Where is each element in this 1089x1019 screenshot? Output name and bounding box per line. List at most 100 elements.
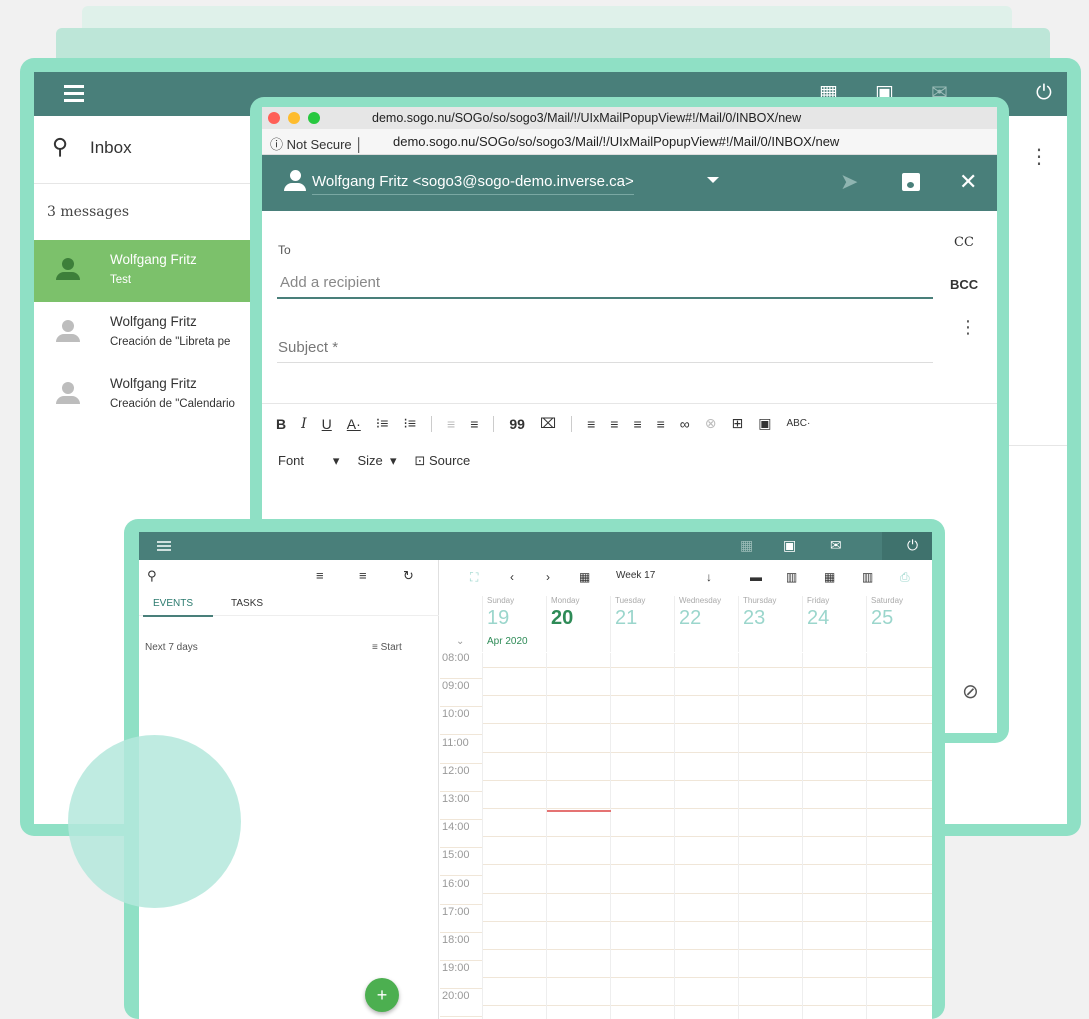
link-icon[interactable]: ∞ <box>680 416 690 432</box>
day-column[interactable] <box>866 653 867 1019</box>
chevron-down-icon[interactable]: ⌄ <box>456 636 464 647</box>
font-select[interactable]: Font ▾ <box>278 453 339 469</box>
outdent-icon[interactable]: ≡ <box>447 416 455 432</box>
close-window-icon[interactable] <box>268 112 280 124</box>
today-icon[interactable]: ▦ <box>579 570 590 584</box>
power-icon[interactable]: ⏻ <box>907 537 918 554</box>
spellcheck-icon[interactable]: ABC· <box>786 418 810 429</box>
day-column[interactable] <box>610 653 611 1019</box>
message-count: 3 messages <box>47 204 130 220</box>
tab-tasks[interactable]: TASKS <box>231 598 263 609</box>
menu-icon[interactable] <box>64 85 84 106</box>
contacts-icon[interactable]: ▣ <box>783 537 796 554</box>
hour-line <box>482 836 932 838</box>
message-sender: Wolfgang Fritz <box>110 314 197 329</box>
menu-icon[interactable] <box>157 541 171 553</box>
power-icon[interactable]: ⏻ <box>1036 83 1052 103</box>
day-column[interactable] <box>738 653 739 1019</box>
size-select[interactable]: Size ▾ <box>357 453 396 469</box>
date-filter[interactable]: Next 7 days <box>145 642 198 653</box>
underline-icon[interactable]: U <box>322 416 332 432</box>
font-label: Font <box>278 453 305 468</box>
divider <box>571 415 573 432</box>
arrow-down-icon[interactable]: ↓ <box>706 570 712 584</box>
recipient-input[interactable] <box>277 267 933 299</box>
div-icon[interactable]: ⌧ <box>540 415 556 432</box>
refresh-icon[interactable]: ↻ <box>403 568 414 584</box>
calendar-icon[interactable]: ▦ <box>740 537 753 554</box>
hour-label: 11:00 <box>440 736 482 764</box>
table-icon[interactable]: ⊞ <box>732 415 744 432</box>
from-select[interactable]: Wolfgang Fritz <sogo3@sogo-demo.inverse.… <box>312 173 634 195</box>
day-view-icon[interactable]: ▬ <box>750 570 762 584</box>
italic-icon[interactable]: I <box>301 416 307 432</box>
save-icon[interactable] <box>902 173 920 191</box>
blockquote-icon[interactable]: 99 <box>509 416 525 432</box>
add-event-button[interactable]: + <box>365 978 399 1012</box>
day-header[interactable]: Saturday 25 <box>866 596 930 652</box>
unlink-icon[interactable]: ⊗ <box>705 415 717 432</box>
day-header[interactable]: Tuesday 21 <box>610 596 674 652</box>
text-color-icon[interactable]: A· <box>347 416 361 432</box>
security-info[interactable]: ⓘ Not Secure │ <box>270 134 363 153</box>
chevron-right-icon[interactable]: › <box>546 570 550 584</box>
sort-icon[interactable]: ≡ <box>359 568 367 583</box>
minimize-window-icon[interactable] <box>288 112 300 124</box>
filter-icon[interactable]: ≡ <box>316 568 324 583</box>
maximize-window-icon[interactable] <box>308 112 320 124</box>
message-row[interactable]: Wolfgang Fritz Creación de "Calendario <box>34 364 270 426</box>
time-grid[interactable]: 08:00 09:00 10:00 11:00 12:00 13:00 14:00 15:00… <box>440 652 932 1019</box>
hour-line <box>482 779 932 781</box>
multi-column-icon[interactable]: ▦ <box>824 570 835 584</box>
chevron-down-icon[interactable] <box>707 177 719 183</box>
day-column[interactable] <box>482 653 483 1019</box>
tab-events[interactable]: EVENTS <box>142 598 214 617</box>
day-header[interactable]: Thursday 23 <box>738 596 802 652</box>
close-icon[interactable]: ✕ <box>959 169 977 195</box>
attachment-icon[interactable]: ⊘ <box>962 679 979 704</box>
day-header[interactable]: Sunday 19 Apr 2020 <box>482 596 546 652</box>
message-row[interactable]: Wolfgang Fritz Creación de "Libreta pe <box>34 302 270 364</box>
hour-line <box>482 892 932 894</box>
sort-start[interactable]: ≡ Start <box>372 642 402 653</box>
mail-search[interactable]: ⚲ Inbox <box>34 116 254 184</box>
subject-input[interactable] <box>277 333 933 363</box>
month-view-icon[interactable]: ▥ <box>862 570 873 584</box>
day-column[interactable] <box>674 653 675 1019</box>
day-number: 25 <box>871 607 894 629</box>
day-header[interactable]: Monday 20 <box>546 596 610 652</box>
more-vert-icon[interactable]: ⋮ <box>1029 144 1049 169</box>
justify-icon[interactable]: ≡ <box>657 416 665 432</box>
mail-icon[interactable]: ✉ <box>830 537 842 554</box>
current-time-indicator <box>547 810 611 812</box>
day-header[interactable]: Friday 24 <box>802 596 866 652</box>
hour-label: 20:00 <box>440 989 482 1018</box>
send-icon[interactable]: ➤ <box>840 169 858 195</box>
hour-label: 12:00 <box>440 764 482 792</box>
print-icon[interactable]: ⎙ <box>900 570 910 585</box>
compose-toolbar: Wolfgang Fritz <sogo3@sogo-demo.inverse.… <box>262 155 997 211</box>
search-icon[interactable]: ⚲ <box>52 134 68 160</box>
bold-icon[interactable]: B <box>276 416 286 432</box>
search-icon[interactable]: ⚲ <box>147 568 157 584</box>
day-column[interactable] <box>802 653 803 1019</box>
bcc-button[interactable]: BCC <box>950 277 978 292</box>
cc-button[interactable]: CC <box>954 235 974 250</box>
align-left-icon[interactable]: ≡ <box>587 416 595 432</box>
divider <box>431 415 433 432</box>
day-column[interactable] <box>546 653 547 1019</box>
bulleted-list-icon[interactable]: ⁝≡ <box>403 415 416 432</box>
align-center-icon[interactable]: ≡ <box>610 416 618 432</box>
more-vert-icon[interactable]: ⋮ <box>959 317 977 338</box>
address-bar[interactable]: ⓘ Not Secure │ demo.sogo.nu/SOGo/so/sogo… <box>262 129 997 155</box>
day-header[interactable]: Wednesday 22 <box>674 596 738 652</box>
chevron-left-icon[interactable]: ‹ <box>510 570 514 584</box>
indent-icon[interactable]: ≡ <box>470 416 478 432</box>
numbered-list-icon[interactable]: ⁝≡ <box>376 415 389 432</box>
message-row[interactable]: Wolfgang Fritz Test <box>34 240 270 302</box>
align-right-icon[interactable]: ≡ <box>633 416 641 432</box>
source-button[interactable]: ⊡ Source <box>414 453 470 469</box>
fullscreen-icon[interactable]: ⛶ <box>470 570 478 585</box>
week-view-icon[interactable]: ▥ <box>786 570 797 584</box>
image-icon[interactable]: ▣ <box>758 415 771 432</box>
